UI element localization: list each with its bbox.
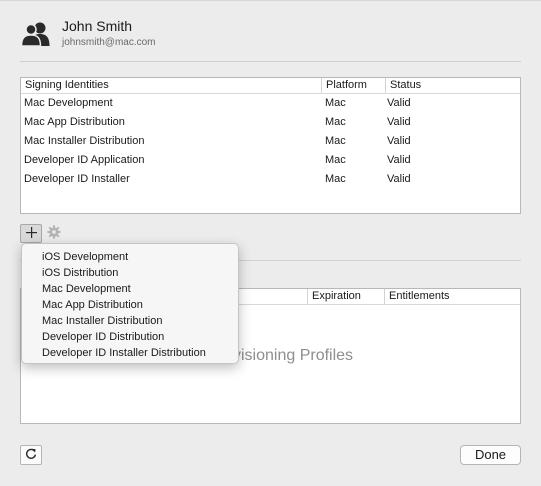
identity-platform: Mac	[325, 154, 346, 166]
menu-item-developer-id-distribution[interactable]: Developer ID Distribution	[22, 329, 238, 345]
column-header-entitlements[interactable]: Entitlements	[384, 289, 520, 304]
identity-status: Valid	[387, 97, 411, 109]
column-header-status[interactable]: Status	[385, 78, 520, 93]
signing-identities-body: Mac Development Mac Valid Mac App Distri…	[21, 94, 520, 189]
plus-icon	[25, 226, 37, 241]
menu-item-mac-app-distribution[interactable]: Mac App Distribution	[22, 297, 238, 313]
account-name: John Smith	[62, 18, 133, 34]
identity-status: Valid	[387, 116, 411, 128]
account-email: johnsmith@mac.com	[62, 37, 156, 48]
add-identity-button[interactable]	[20, 224, 42, 243]
identity-status: Valid	[387, 135, 411, 147]
signing-identities-header: Signing Identities Platform Status	[21, 78, 520, 94]
identity-name: Mac Development	[24, 97, 113, 109]
column-header-expiration[interactable]: Expiration	[307, 289, 384, 304]
done-button[interactable]: Done	[460, 445, 521, 465]
refresh-icon	[25, 448, 37, 463]
table-row[interactable]: Mac Development Mac Valid	[21, 94, 520, 113]
add-identity-menu: iOS Development iOS Distribution Mac Dev…	[21, 243, 239, 364]
identity-platform: Mac	[325, 97, 346, 109]
identity-name: Developer ID Installer	[24, 173, 130, 185]
menu-item-mac-installer-distribution[interactable]: Mac Installer Distribution	[22, 313, 238, 329]
people-icon	[20, 22, 52, 47]
menu-item-ios-development[interactable]: iOS Development	[22, 249, 238, 265]
column-header-signing-identities[interactable]: Signing Identities	[21, 78, 321, 93]
table-row[interactable]: Mac Installer Distribution Mac Valid	[21, 132, 520, 151]
empty-state-text: visioning Profiles	[233, 347, 354, 364]
identity-status: Valid	[387, 173, 411, 185]
identity-name: Mac Installer Distribution	[24, 135, 145, 147]
table-row[interactable]: Developer ID Application Mac Valid	[21, 151, 520, 170]
signing-identities-table: Signing Identities Platform Status Mac D…	[20, 77, 521, 214]
window-top-edge	[0, 0, 541, 1]
menu-item-developer-id-installer-distribution[interactable]: Developer ID Installer Distribution	[22, 345, 238, 361]
gear-button[interactable]	[43, 224, 65, 243]
menu-item-ios-distribution[interactable]: iOS Distribution	[22, 265, 238, 281]
table-row[interactable]: Mac App Distribution Mac Valid	[21, 113, 520, 132]
identity-platform: Mac	[325, 116, 346, 128]
identity-status: Valid	[387, 154, 411, 166]
identity-platform: Mac	[325, 173, 346, 185]
gear-icon	[47, 225, 61, 242]
refresh-button[interactable]	[20, 445, 42, 465]
column-header-platform[interactable]: Platform	[321, 78, 385, 93]
table-row[interactable]: Developer ID Installer Mac Valid	[21, 170, 520, 189]
identity-platform: Mac	[325, 135, 346, 147]
menu-item-mac-development[interactable]: Mac Development	[22, 281, 238, 297]
header-separator	[20, 61, 521, 62]
identity-name: Mac App Distribution	[24, 116, 125, 128]
identity-name: Developer ID Application	[24, 154, 145, 166]
